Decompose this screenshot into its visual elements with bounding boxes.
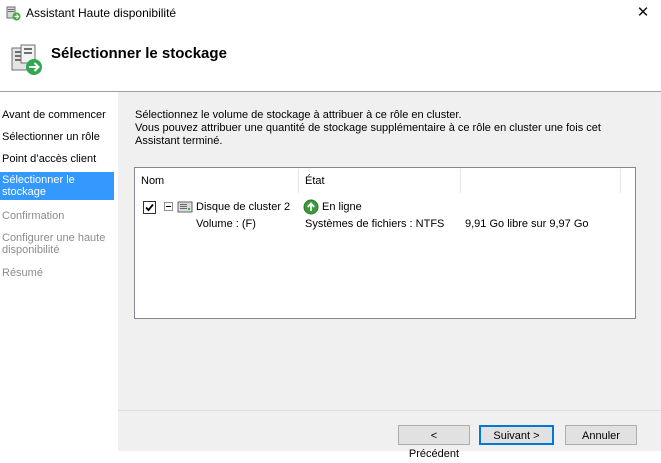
wizard-header: Sélectionner le stockage: [0, 28, 661, 92]
close-icon: ✕: [636, 4, 650, 21]
volume-free-space: 9,91 Go libre sur 9,97 Go: [465, 218, 589, 230]
cancel-button[interactable]: Annuler: [565, 425, 637, 445]
wizard-steps: Avant de commencer Sélectionner un rôle …: [0, 92, 118, 451]
volume-filesystem: Systèmes de fichiers : NTFS: [305, 218, 445, 230]
wizard-content: Sélectionnez le volume de stockage à att…: [118, 92, 661, 460]
online-status-icon: [303, 199, 319, 215]
step-client-access-point[interactable]: Point d’accès client: [0, 153, 114, 165]
step-configure-high-availability: Configurer une haute disponibilité: [2, 232, 106, 256]
failover-cluster-icon: [6, 6, 21, 21]
instruction-line-3: Assistant terminé.: [135, 135, 223, 147]
window-title: Assistant Haute disponibilité: [26, 6, 177, 20]
page-title: Sélectionner le stockage: [51, 45, 227, 62]
checkmark-icon: [145, 203, 154, 212]
disk-name[interactable]: Disque de cluster 2: [196, 200, 290, 214]
step-select-storage[interactable]: Sélectionner le stockage: [0, 172, 114, 200]
column-header-status[interactable]: État: [299, 169, 461, 193]
close-button[interactable]: ✕: [625, 0, 661, 28]
previous-button[interactable]: < Précédent: [398, 425, 470, 460]
instruction-line-1: Sélectionnez le volume de stockage à att…: [135, 109, 462, 121]
disk-checkbox[interactable]: [143, 201, 156, 214]
column-header-info[interactable]: [461, 169, 621, 193]
disk-status: En ligne: [322, 201, 362, 213]
collapse-toggle[interactable]: [164, 202, 173, 211]
instruction-line-2: Vous pouvez attribuer une quantité de st…: [135, 122, 601, 134]
step-select-role[interactable]: Sélectionner un rôle: [0, 131, 114, 143]
storage-wizard-icon: [11, 44, 42, 75]
volume-name[interactable]: Volume : (F): [196, 217, 256, 231]
cluster-disk-icon: [177, 201, 193, 213]
storage-list[interactable]: Nom État Disque de cluster 2 En ligne Vo…: [134, 167, 636, 319]
next-button[interactable]: Suivant >: [479, 425, 554, 445]
title-bar: Assistant Haute disponibilité ✕: [0, 0, 661, 28]
column-header-name[interactable]: Nom: [135, 169, 299, 193]
footer-divider: [118, 410, 661, 411]
step-confirmation: Confirmation: [2, 210, 65, 222]
step-summary: Résumé: [2, 267, 43, 279]
step-before-you-begin[interactable]: Avant de commencer: [0, 109, 114, 121]
